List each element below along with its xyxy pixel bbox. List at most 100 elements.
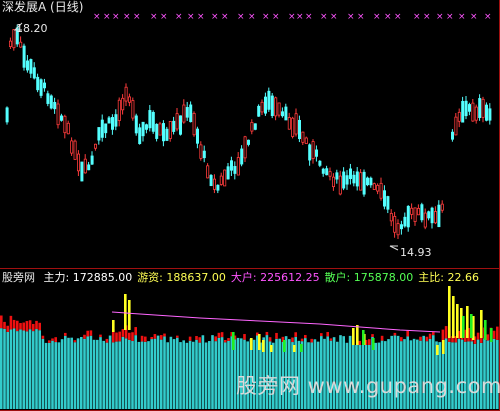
indicator-bar-cyan	[48, 342, 51, 409]
candle-body	[141, 121, 145, 137]
indicator-bar-cyan	[22, 330, 25, 409]
candle-body	[209, 175, 213, 187]
signal-marker-icon: ×	[123, 12, 131, 22]
signal-marker-icon: ×	[93, 12, 101, 22]
signal-marker-icon: ×	[384, 12, 392, 22]
signal-marker-icon: ×	[187, 12, 195, 22]
indicator-bar-cyan	[140, 341, 144, 409]
indicator-bar-yellow	[452, 296, 455, 338]
candle-body	[379, 182, 383, 199]
candle-body	[36, 76, 40, 91]
indicator-bar-red	[198, 337, 201, 343]
indicator-bar-cyan	[3, 328, 6, 409]
candle-body	[280, 111, 284, 117]
signal-marker-icon: ×	[296, 12, 304, 22]
candle-body	[369, 177, 373, 186]
indicator-bar-red	[9, 315, 13, 330]
indicator-name[interactable]: 股旁网	[2, 271, 35, 284]
indicator-bar-red	[243, 334, 246, 340]
candle-body	[8, 40, 12, 47]
candle-body	[53, 101, 57, 110]
indicator-bar-cyan	[12, 328, 16, 409]
indicator-bar-red	[425, 336, 429, 342]
indicator-bar-cyan	[28, 329, 32, 409]
indicator-bar-cyan	[64, 335, 67, 409]
candle-body	[212, 178, 216, 190]
indicator-bar-red	[304, 334, 307, 339]
candle-body	[131, 100, 135, 119]
indicator-bar-red	[73, 340, 77, 343]
candle-body	[22, 45, 26, 68]
indicator-bar-red	[300, 338, 304, 342]
candle-body	[70, 140, 74, 154]
indicator-bar-cyan	[144, 341, 147, 409]
indicator-bar-yellow	[250, 338, 253, 350]
indicator-bar-yellow	[270, 345, 273, 352]
indicator-bar-yellow	[258, 334, 261, 350]
indicator-bar-cyan	[6, 331, 9, 409]
indicator-bar-red	[163, 333, 166, 337]
indicator-bar-cyan	[195, 339, 198, 409]
indicator-bar-cyan	[153, 338, 157, 409]
low-price-label: 14.93	[400, 246, 432, 259]
signal-marker-icon: ×	[150, 12, 158, 22]
candle-body	[287, 117, 291, 130]
candle-body	[308, 144, 312, 161]
indicator-bar-cyan	[124, 338, 128, 409]
indicator-bar-cyan	[217, 337, 221, 409]
candle-body	[433, 211, 437, 224]
signal-marker-icon: ×	[436, 12, 444, 22]
signal-marker-icon: ×	[197, 12, 205, 22]
candle-body	[338, 175, 342, 195]
candle-body	[151, 112, 155, 132]
signal-marker-icon: ×	[103, 12, 111, 22]
indicator-bar-cyan	[185, 342, 189, 409]
candle-body	[440, 203, 444, 211]
indicator-bar-green	[462, 316, 465, 338]
candle-body	[185, 107, 189, 118]
indicator-bar-red	[160, 335, 163, 340]
indicator-bar-cyan	[86, 336, 89, 409]
indicator-bar-red	[35, 320, 38, 330]
indicator-bar-cyan	[220, 337, 224, 409]
indicator-bar-yellow	[112, 320, 115, 332]
candle-body	[175, 113, 179, 130]
candle-body	[46, 93, 50, 104]
indicator-bar-red	[54, 337, 57, 343]
indicator-bar-red	[326, 331, 329, 337]
indicator-bar-cyan	[57, 342, 61, 409]
indicator-bar-cyan	[227, 340, 230, 409]
indicator-bar-red	[220, 332, 224, 338]
indicator-bar-red	[140, 335, 144, 342]
indicator-bar-cyan	[201, 335, 205, 409]
candle-body	[240, 148, 244, 165]
candle-body	[223, 169, 227, 187]
indicator-bar-cyan	[131, 341, 134, 409]
signal-marker-icon: ×	[305, 12, 313, 22]
candle-body	[12, 29, 16, 49]
watermark-text: 股旁网 www.gupang.com	[236, 374, 500, 398]
candle-body	[474, 106, 478, 121]
indicator-bar-cyan	[38, 330, 41, 409]
indicator-bar-red	[486, 334, 489, 341]
candle-body	[461, 101, 465, 123]
signal-marker-icon: ×	[458, 12, 466, 22]
signal-marker-icon: ×	[394, 12, 402, 22]
indicator-bar-yellow	[128, 300, 131, 330]
indicator-bar-cyan	[96, 339, 99, 409]
indicator-bar-red	[358, 340, 361, 345]
candle-body	[382, 190, 386, 207]
indicator-item: 游资: 188637.00	[137, 271, 226, 284]
indicator-bar-cyan	[160, 339, 163, 409]
indicator-bar-cyan	[112, 342, 115, 409]
candle-body	[277, 102, 281, 116]
indicator-bar-red	[320, 333, 323, 337]
candle-body	[5, 107, 9, 123]
candle-body	[365, 177, 369, 186]
indicator-bar-red	[371, 334, 374, 337]
candle-body	[124, 86, 128, 102]
signal-marker-icon: ×	[423, 12, 431, 22]
candle-body	[250, 122, 254, 132]
stock-chart-canvas[interactable]: × × × × × × × × × × × × × × × × × × × × × × × × × × × × × × × × ×	[0, 0, 500, 411]
signal-marker-icon: ×	[272, 12, 280, 22]
